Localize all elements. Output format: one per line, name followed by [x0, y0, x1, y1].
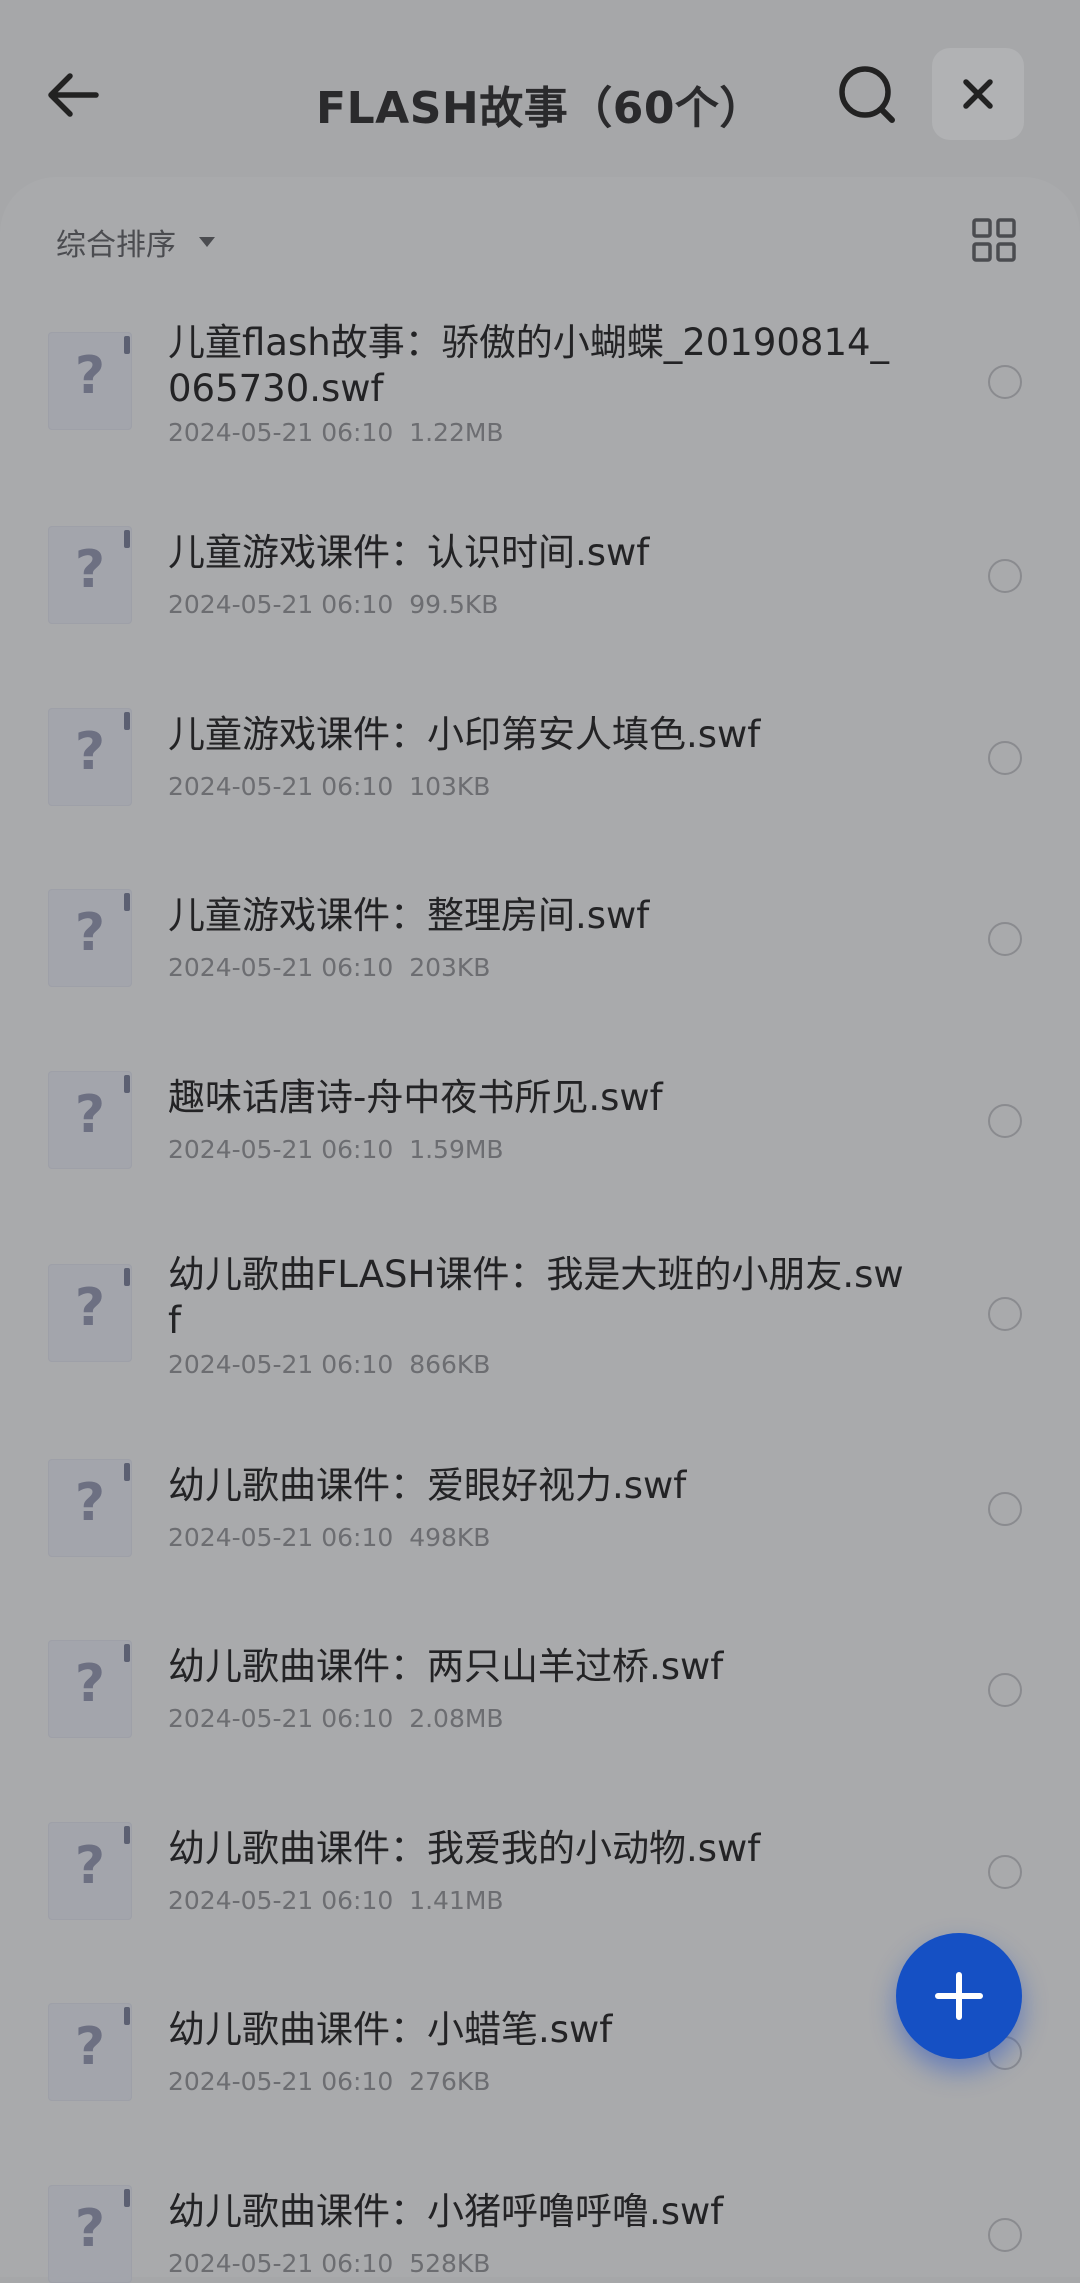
file-size: 99.5KB: [409, 590, 499, 619]
file-name: 幼儿歌曲课件：小蜡笔.swf: [168, 2008, 613, 2051]
file-name: 幼儿歌曲课件：爱眼好视力.swf: [168, 1464, 687, 1507]
file-date: 2024-05-21 06:10: [168, 590, 394, 619]
search-icon: [839, 66, 895, 123]
file-date: 2024-05-21 06:10: [168, 2067, 394, 2096]
top-app-bar: FLASH故事（60个）: [0, 0, 1080, 180]
file-date: 2024-05-21 06:10: [168, 2249, 394, 2278]
file-date: 2024-05-21 06:10: [168, 1350, 394, 1379]
select-radio[interactable]: [988, 1492, 1022, 1526]
select-radio[interactable]: [988, 1297, 1022, 1331]
unknown-file-icon: ?: [48, 1264, 132, 1362]
select-radio[interactable]: [988, 1855, 1022, 1889]
file-name: 幼儿歌曲课件：我爱我的小动物.swf: [168, 1827, 761, 1870]
file-date: 2024-05-21 06:10: [168, 1135, 394, 1164]
unknown-file-icon: ?: [48, 332, 132, 430]
add-fab-button[interactable]: [896, 1933, 1022, 2059]
file-date: 2024-05-21 06:10: [168, 772, 394, 801]
file-name: 儿童flash故事：骄傲的小蝴蝶_20190814_065730.swf: [168, 321, 890, 410]
file-meta: 2024-05-21 06:10 203KB: [168, 953, 490, 982]
unknown-file-icon: ?: [48, 708, 132, 806]
unknown-file-icon: ?: [48, 1640, 132, 1738]
select-radio[interactable]: [988, 922, 1022, 956]
file-meta: 2024-05-21 06:10 498KB: [168, 1523, 490, 1552]
file-meta: 2024-05-21 06:10 1.22MB: [168, 418, 504, 447]
file-size: 1.22MB: [409, 418, 504, 447]
file-size: 1.41MB: [409, 1886, 504, 1915]
file-name: 幼儿歌曲FLASH课件：我是大班的小朋友.swf: [168, 1253, 904, 1342]
plus-icon: [935, 1972, 983, 2020]
file-name: 幼儿歌曲课件：两只山羊过桥.swf: [168, 1645, 724, 1688]
select-radio[interactable]: [988, 559, 1022, 593]
file-size: 203KB: [409, 953, 491, 982]
file-date: 2024-05-21 06:10: [168, 1704, 394, 1733]
sort-selector[interactable]: 综合排序: [56, 220, 216, 264]
file-date: 2024-05-21 06:10: [168, 1886, 394, 1915]
caret-down-icon: [199, 237, 215, 247]
file-meta: 2024-05-21 06:10 866KB: [168, 1350, 490, 1379]
unknown-file-icon: ?: [48, 2003, 132, 2101]
search-button[interactable]: [832, 58, 902, 132]
unknown-file-icon: ?: [48, 1822, 132, 1920]
file-meta: 2024-05-21 06:10 276KB: [168, 2067, 490, 2096]
sort-label: 综合排序: [56, 228, 176, 263]
file-meta: 2024-05-21 06:10 99.5KB: [168, 590, 498, 619]
select-radio[interactable]: [988, 741, 1022, 775]
file-size: 276KB: [409, 2067, 491, 2096]
grid-view-icon: [972, 218, 1016, 262]
grid-view-button[interactable]: [972, 218, 1016, 262]
file-size: 103KB: [409, 772, 491, 801]
file-name: 儿童游戏课件：整理房间.swf: [168, 894, 650, 937]
file-meta: 2024-05-21 06:10 1.59MB: [168, 1135, 504, 1164]
file-size: 498KB: [409, 1523, 491, 1552]
file-date: 2024-05-21 06:10: [168, 418, 394, 447]
select-radio[interactable]: [988, 365, 1022, 399]
file-name: 儿童游戏课件：小印第安人填色.swf: [168, 713, 761, 756]
file-name: 幼儿歌曲课件：小猪呼噜呼噜.swf: [168, 2190, 724, 2233]
unknown-file-icon: ?: [48, 2185, 132, 2283]
file-size: 2.08MB: [409, 1704, 504, 1733]
unknown-file-icon: ?: [48, 889, 132, 987]
page-title: FLASH故事（60个）: [316, 83, 764, 134]
file-size: 866KB: [409, 1350, 491, 1379]
file-date: 2024-05-21 06:10: [168, 953, 394, 982]
select-radio[interactable]: [988, 1104, 1022, 1138]
unknown-file-icon: ?: [48, 1459, 132, 1557]
close-button[interactable]: [932, 48, 1024, 140]
close-icon: [963, 79, 993, 109]
file-meta: 2024-05-21 06:10 2.08MB: [168, 1704, 504, 1733]
unknown-file-icon: ?: [48, 526, 132, 624]
file-meta: 2024-05-21 06:10 103KB: [168, 772, 490, 801]
file-name: 趣味话唐诗-舟中夜书所见.swf: [168, 1076, 663, 1119]
file-name: 儿童游戏课件：认识时间.swf: [168, 531, 650, 574]
file-meta: 2024-05-21 06:10 528KB: [168, 2249, 490, 2278]
file-size: 1.59MB: [409, 1135, 504, 1164]
select-radio[interactable]: [988, 1673, 1022, 1707]
select-radio[interactable]: [988, 2218, 1022, 2252]
file-size: 528KB: [409, 2249, 491, 2278]
file-meta: 2024-05-21 06:10 1.41MB: [168, 1886, 504, 1915]
file-date: 2024-05-21 06:10: [168, 1523, 394, 1552]
unknown-file-icon: ?: [48, 1071, 132, 1169]
